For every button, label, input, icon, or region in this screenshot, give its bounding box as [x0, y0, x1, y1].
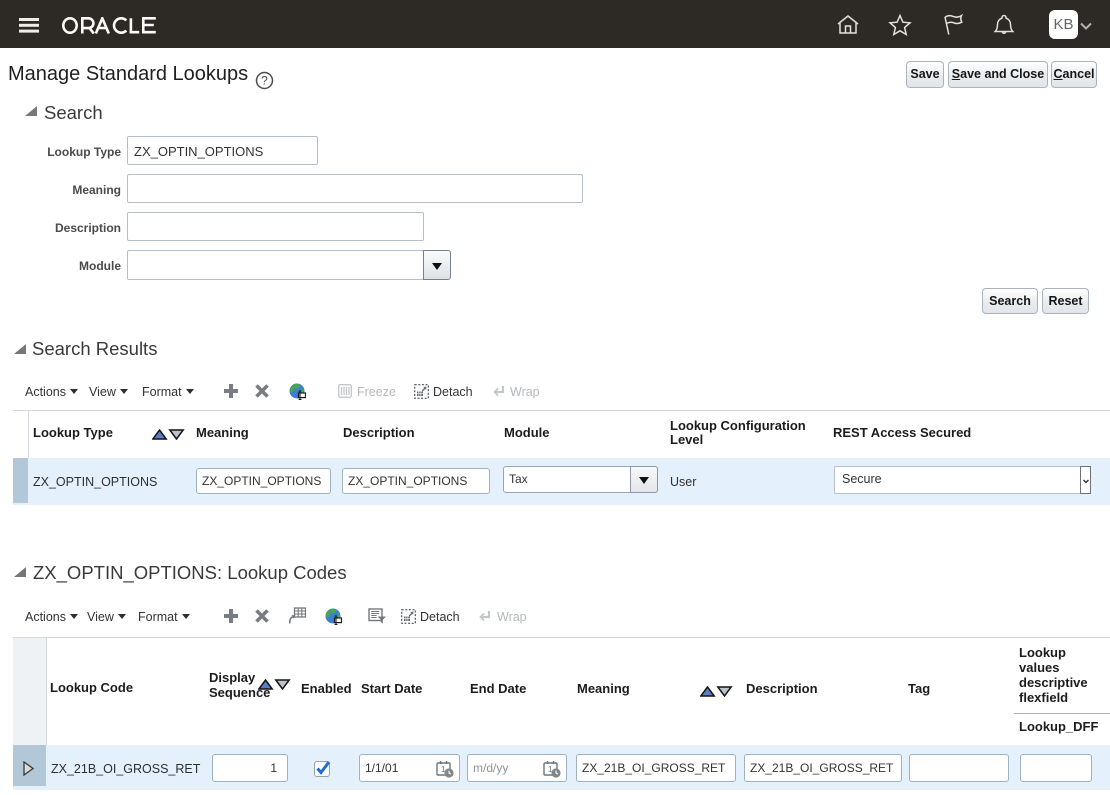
svg-text:?: ?	[261, 74, 268, 88]
